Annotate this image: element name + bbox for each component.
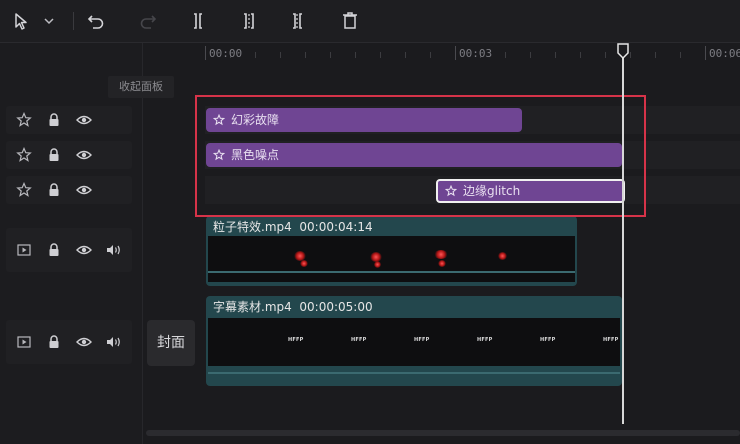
ruler-label-6: 00:06 — [709, 47, 740, 60]
clip-thumbnail-strip — [208, 236, 575, 282]
effect-clip-label: 黑色噪点 — [231, 148, 280, 162]
clip-title: 字幕素材.mp4 00:00:05:00 — [213, 298, 373, 315]
undo-icon[interactable] — [84, 0, 108, 42]
video-track-icon — [14, 240, 34, 260]
delete-icon[interactable] — [338, 0, 362, 42]
ruler-tick — [280, 52, 281, 58]
thumbnail-text: HFFP — [603, 337, 619, 343]
lock-icon[interactable] — [44, 145, 64, 165]
timeline-ruler[interactable]: 00:00 00:03 00:06 — [205, 42, 740, 66]
split-right-icon[interactable] — [286, 0, 310, 42]
eye-icon[interactable] — [74, 110, 94, 130]
clip-duration: 00:00:05:00 — [299, 300, 373, 314]
ruler-tick — [630, 52, 631, 58]
horizontal-scrollbar[interactable] — [146, 430, 740, 436]
effect-clip-rainbow-glitch[interactable]: 幻彩故障 — [206, 108, 522, 132]
ruler-tick — [405, 52, 406, 58]
collapse-panel-button[interactable]: 收起面板 — [108, 76, 174, 98]
clip-audio-line — [208, 372, 620, 374]
effect-star-icon — [213, 114, 225, 126]
ruler-tick — [580, 52, 581, 58]
track-controls-video-1 — [6, 228, 132, 272]
particle-glow — [374, 261, 381, 268]
select-arrow-icon[interactable] — [10, 0, 32, 42]
lock-icon[interactable] — [44, 180, 64, 200]
clip-audio-line — [208, 271, 575, 273]
effect-star-icon — [14, 110, 34, 130]
effect-star-icon — [213, 149, 225, 161]
effect-clip-edge-glitch[interactable]: 边缘glitch — [436, 179, 625, 203]
redo-icon[interactable] — [136, 0, 160, 42]
ruler-tick — [380, 52, 381, 58]
effect-clip-label: 幻彩故障 — [231, 113, 280, 127]
ruler-tick — [655, 52, 656, 58]
ruler-tick — [255, 52, 256, 58]
toolbar-separator — [73, 12, 74, 30]
ruler-tick-major — [205, 46, 206, 60]
thumbnail-text: HFFP — [288, 337, 304, 343]
ruler-tick-major — [455, 46, 456, 60]
particle-glow — [434, 250, 448, 259]
ruler-tick — [330, 52, 331, 58]
eye-icon[interactable] — [74, 145, 94, 165]
eye-icon[interactable] — [74, 332, 94, 352]
eye-icon[interactable] — [74, 180, 94, 200]
ruler-label-3: 00:03 — [459, 47, 493, 60]
particle-glow — [498, 252, 507, 260]
thumbnail-text: HFFP — [351, 337, 367, 343]
clip-filename: 字幕素材.mp4 — [213, 300, 292, 314]
ruler-label-0: 00:00 — [209, 47, 243, 60]
cover-button[interactable]: 封面 — [147, 320, 195, 366]
thumbnail-text: HFFP — [414, 337, 430, 343]
lock-icon[interactable] — [44, 332, 64, 352]
track-controls-effect-1 — [6, 106, 132, 134]
lock-icon[interactable] — [44, 110, 64, 130]
clip-thumbnail-strip: HFFP HFFP HFFP HFFP HFFP HFFP — [208, 318, 620, 366]
particle-glow — [300, 260, 308, 267]
lock-icon[interactable] — [44, 240, 64, 260]
video-clip-particles[interactable]: 粒子特效.mp4 00:00:04:14 — [206, 216, 577, 286]
effect-star-icon — [14, 145, 34, 165]
timeline-toolbar — [0, 0, 740, 43]
volume-icon[interactable] — [104, 332, 124, 352]
ruler-tick-major — [705, 46, 706, 60]
split-icon[interactable] — [186, 0, 210, 42]
track-controls-video-2 — [6, 320, 132, 364]
video-clip-subtitles[interactable]: 字幕素材.mp4 00:00:05:00 HFFP HFFP HFFP HFFP… — [206, 296, 622, 386]
track-controls-effect-2 — [6, 141, 132, 169]
particle-glow — [438, 260, 446, 267]
clip-title: 粒子特效.mp4 00:00:04:14 — [213, 218, 373, 235]
playhead-line[interactable] — [622, 56, 624, 424]
thumbnail-text: HFFP — [477, 337, 493, 343]
dropdown-chevron-icon[interactable] — [40, 0, 58, 42]
effect-clip-label: 边缘glitch — [463, 184, 521, 198]
split-left-icon[interactable] — [236, 0, 260, 42]
track-controls-effect-3 — [6, 176, 132, 204]
clip-duration: 00:00:04:14 — [299, 220, 373, 234]
ruler-tick — [505, 52, 506, 58]
volume-icon[interactable] — [104, 240, 124, 260]
effect-star-icon — [14, 180, 34, 200]
video-track-icon — [14, 332, 34, 352]
ruler-tick — [605, 52, 606, 58]
ruler-tick — [530, 52, 531, 58]
playhead-handle[interactable] — [616, 43, 630, 60]
thumbnail-text: HFFP — [540, 337, 556, 343]
ruler-tick — [555, 52, 556, 58]
eye-icon[interactable] — [74, 240, 94, 260]
ruler-tick — [430, 52, 431, 58]
ruler-tick — [680, 52, 681, 58]
effect-clip-black-noise[interactable]: 黑色噪点 — [206, 143, 622, 167]
clip-filename: 粒子特效.mp4 — [213, 220, 292, 234]
ruler-tick — [305, 52, 306, 58]
effect-star-icon — [445, 185, 457, 197]
ruler-tick — [355, 52, 356, 58]
